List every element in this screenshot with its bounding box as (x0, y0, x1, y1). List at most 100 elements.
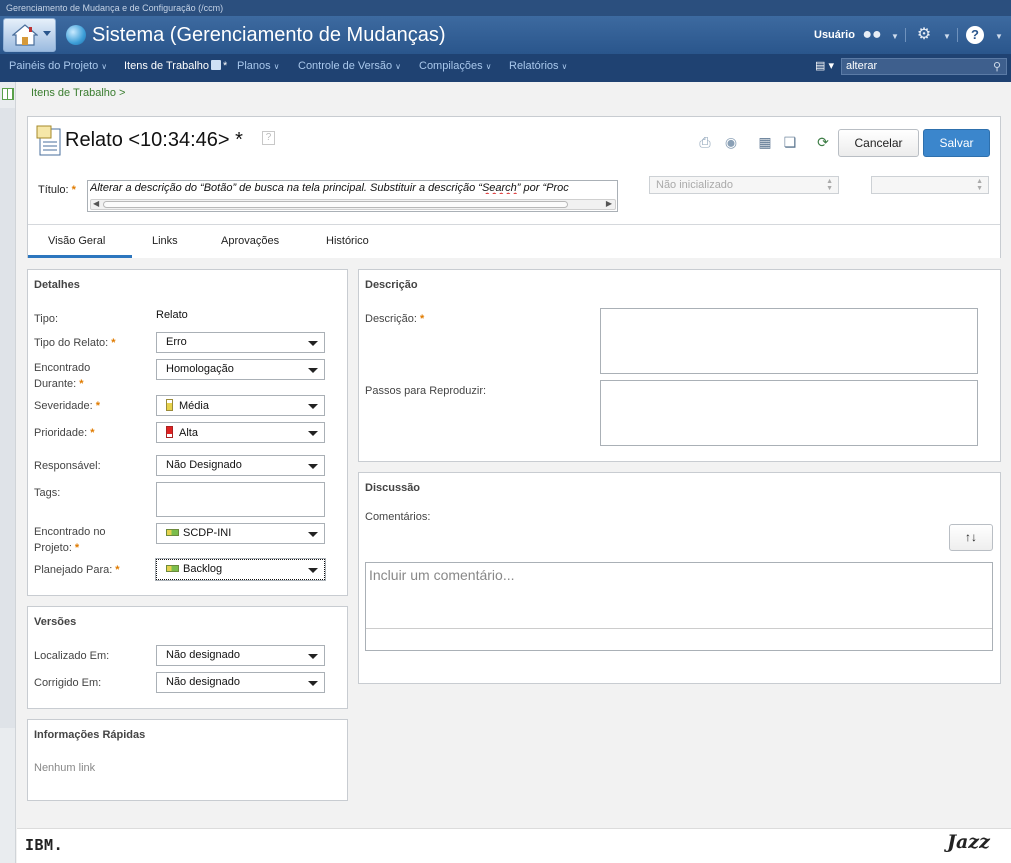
sidebar-collapsed-panel[interactable] (0, 108, 15, 728)
document-icon (36, 125, 61, 156)
chevron-down-icon[interactable]: ▼ (891, 32, 899, 41)
tab-approvals[interactable]: Aprovações (221, 235, 279, 247)
comments-label: Comentários: (365, 511, 431, 523)
chevron-down-icon (308, 464, 318, 469)
priority-select[interactable]: Alta (156, 422, 325, 443)
description-field[interactable] (600, 308, 978, 374)
found-in-label: Encontrado no Projeto: * (34, 524, 144, 556)
updown-icon: ▲ ▼ (976, 178, 983, 192)
nav-source-control[interactable]: Controle de Versão ∨ (298, 60, 401, 72)
select-value: Backlog (183, 563, 223, 575)
nav-project-dashboards[interactable]: Painéis do Projeto ∨ (9, 60, 107, 72)
chevron-down-icon (308, 341, 318, 346)
tab-overview[interactable]: Visão Geral (48, 235, 105, 247)
nav-label: Compilações (419, 60, 483, 72)
scroll-left-icon[interactable]: ◀ (93, 199, 99, 208)
fixed-in-version-label: Corrigido Em: (34, 677, 102, 689)
copy-icon[interactable]: ❏ (782, 134, 798, 150)
scroll-right-icon[interactable]: ▶ (606, 199, 612, 208)
asterisk-icon: * (223, 60, 228, 72)
nav-label: Itens de Trabalho (124, 60, 210, 72)
divider (957, 28, 958, 42)
select-value: SCDP-INI (183, 527, 232, 539)
title-field-text[interactable]: Alterar a descrição do “Botão” de busca … (90, 182, 616, 194)
print-icon[interactable]: ⎙ (697, 134, 713, 150)
severity-label: Severidade: * (34, 398, 100, 414)
search-icon[interactable]: ⚲ (993, 60, 1001, 73)
horizontal-scrollbar[interactable]: ◀ ▶ (90, 199, 616, 210)
required-marker: * (79, 378, 84, 390)
scrollbar-thumb[interactable] (103, 201, 568, 208)
tab-links[interactable]: Links (152, 235, 178, 247)
chevron-down-icon[interactable]: ▼ (995, 32, 1003, 41)
sort-comments-button[interactable]: ↑↓ (949, 524, 993, 551)
chevron-down-icon: ∨ (101, 62, 108, 71)
chevron-down-icon: ∨ (273, 62, 280, 71)
found-in-version-select[interactable]: Não designado (156, 645, 325, 666)
priority-icon (166, 426, 173, 438)
owner-select[interactable]: Não Designado (156, 455, 325, 476)
timeline-icon (166, 529, 179, 536)
select-value: Alta (179, 427, 198, 439)
tab-history[interactable]: Histórico (326, 235, 369, 247)
select-value: Erro (166, 336, 187, 348)
chevron-down-icon: ∨ (485, 62, 492, 71)
title-label: Título: * (38, 184, 76, 196)
user-menu[interactable]: Usuário (814, 29, 855, 41)
found-during-select[interactable]: Homologação (156, 359, 325, 380)
grid-icon[interactable] (2, 88, 14, 100)
nav-builds[interactable]: Compilações ∨ (419, 60, 491, 72)
required-marker: * (111, 337, 116, 349)
breadcrumb[interactable]: Itens de Trabalho > (31, 87, 125, 99)
resolution-select[interactable]: ▲ ▼ (871, 176, 989, 194)
filter-menu-icon[interactable]: ▤ ▾ (815, 59, 834, 72)
cancel-button[interactable]: Cancelar (838, 129, 919, 157)
no-links-text: Nenhum link (34, 762, 96, 774)
save-button[interactable]: Salvar (923, 129, 990, 157)
steps-label: Passos para Reproduzir: (365, 385, 487, 397)
versions-heading: Versões (34, 616, 77, 628)
planned-for-label: Planejado Para: * (34, 562, 120, 578)
fixed-in-version-select[interactable]: Não designado (156, 672, 325, 693)
description-label: Descrição: * (365, 311, 424, 327)
search-input[interactable]: alterar (841, 58, 1007, 75)
nav-plans[interactable]: Planos ∨ (237, 60, 280, 72)
label-text: Prioridade: (34, 427, 88, 439)
state-select[interactable]: Não inicializado ▲ ▼ (649, 176, 839, 194)
help-icon[interactable]: ? (966, 26, 984, 44)
tab-bar: Visão Geral Links Aprovações Histórico (28, 224, 1000, 258)
nav-work-items[interactable]: Itens de Trabalho * (124, 60, 227, 72)
tags-label: Tags: (34, 487, 61, 499)
steps-field[interactable] (600, 380, 978, 446)
severity-select[interactable]: Média (156, 395, 325, 416)
comment-placeholder: Incluir um comentário... (369, 567, 515, 583)
refresh-icon[interactable]: ⟳ (815, 134, 831, 150)
find-icon[interactable]: ▦ (757, 134, 773, 150)
label-text: Severidade: (34, 400, 93, 412)
help-icon[interactable]: ? (262, 131, 275, 145)
chevron-down-icon: ∨ (395, 62, 402, 71)
left-sidebar (0, 82, 16, 863)
camera-icon[interactable]: ◉ (723, 134, 739, 150)
tags-input[interactable] (156, 482, 325, 517)
type-label: Tipo: (34, 313, 59, 325)
planned-for-select[interactable]: Backlog (155, 558, 326, 581)
gear-icon[interactable]: ⚙ (914, 26, 934, 44)
nav-reports[interactable]: Relatórios ∨ (509, 60, 567, 72)
users-icon[interactable]: ●● (862, 26, 882, 44)
owner-label: Responsável: (34, 460, 101, 472)
quick-info-heading: Informações Rápidas (34, 729, 146, 741)
report-type-label: Tipo do Relato: * (34, 335, 115, 351)
chevron-down-icon (308, 404, 318, 409)
report-type-select[interactable]: Erro (156, 332, 325, 353)
title-field[interactable]: Alterar a descrição do “Botão” de busca … (87, 180, 618, 212)
divider (366, 628, 992, 629)
nav-label: Painéis do Projeto (9, 60, 99, 72)
found-in-select[interactable]: SCDP-INI (156, 523, 325, 544)
chevron-down-icon[interactable]: ▼ (943, 32, 951, 41)
home-menu-button[interactable] (3, 18, 56, 52)
label-text: Encontrado no Projeto: (34, 526, 106, 554)
comment-input[interactable]: Incluir um comentário... (365, 562, 993, 651)
chevron-down-icon (308, 681, 318, 686)
label-text: Descrição: (365, 313, 417, 325)
